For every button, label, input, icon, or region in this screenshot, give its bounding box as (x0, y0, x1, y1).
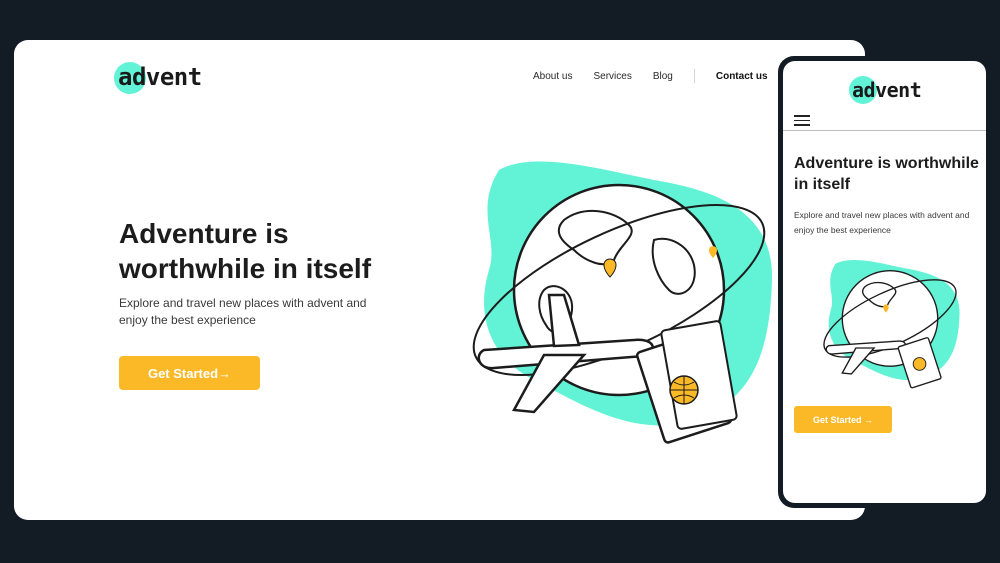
globe-airplane-illustration (472, 161, 773, 444)
nav-contact-us[interactable]: Contact us (716, 71, 768, 82)
desktop-mockup: advent About us Services Blog Contact us… (14, 40, 865, 520)
nav-about-us[interactable]: About us (533, 71, 572, 82)
mobile-logo-text: advent (852, 78, 922, 102)
nav-divider (693, 69, 695, 83)
nav-blog[interactable]: Blog (653, 71, 673, 82)
nav-services[interactable]: Services (593, 71, 631, 82)
mobile-header-divider (783, 130, 986, 131)
mobile-brand-logo[interactable]: advent (849, 75, 922, 105)
mobile-screen: advent Adventure is worthwhile in itself… (783, 61, 986, 503)
mobile-get-started-button[interactable]: Get Started → (794, 406, 892, 433)
logo-text: advent (118, 63, 202, 91)
hamburger-menu-icon[interactable] (794, 115, 810, 127)
hero-title: Adventure is worthwhile in itself (119, 218, 372, 284)
brand-logo[interactable]: advent (114, 60, 202, 94)
mobile-globe-illustration (823, 260, 960, 389)
mobile-mockup: advent Adventure is worthwhile in itself… (778, 56, 991, 508)
mobile-hero-subtitle: Explore and travel new places with adven… (794, 210, 970, 235)
mobile-hero-title: Adventure is worthwhile in itself (794, 155, 979, 193)
main-nav: About us Services Blog Contact us (533, 69, 789, 83)
get-started-button[interactable]: Get Started→ (119, 356, 260, 390)
hero-subtitle: Explore and travel new places with adven… (119, 296, 367, 327)
